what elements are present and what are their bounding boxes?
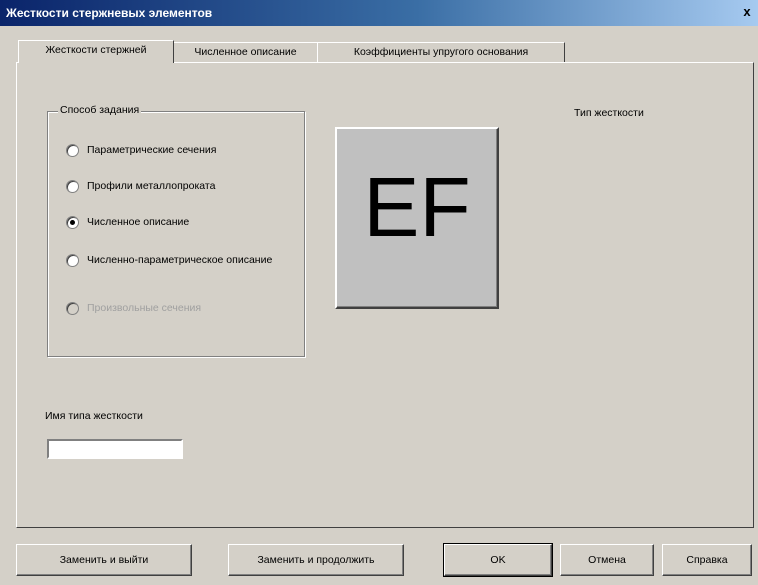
radio-numeric-description[interactable]: Численное описание	[66, 216, 189, 229]
replace-and-continue-button[interactable]: Заменить и продолжить	[228, 544, 404, 576]
radio-button[interactable]	[66, 180, 79, 193]
radio-parametric-sections[interactable]: Параметрические сечения	[66, 144, 216, 157]
radio-rolled-profiles[interactable]: Профили металлопроката	[66, 180, 215, 193]
radio-label: Произвольные сечения	[87, 302, 202, 314]
radio-label: Численное описание	[87, 216, 190, 228]
stiffness-type-symbol: EF	[363, 160, 471, 254]
radio-label: Параметрические сечения	[87, 144, 217, 156]
method-groupbox: Способ задания Параметрические сечения П…	[47, 104, 305, 357]
radio-button-disabled	[66, 302, 79, 315]
help-button[interactable]: Справка	[662, 544, 752, 576]
ok-button[interactable]: OK	[443, 543, 553, 577]
radio-button-checked[interactable]	[66, 216, 79, 229]
title-bar[interactable]: Жесткости стержневых элементов x	[0, 0, 758, 26]
stiffness-type-picture: EF	[335, 127, 499, 309]
stiffness-name-label: Имя типа жесткости	[45, 410, 143, 422]
window-title: Жесткости стержневых элементов	[6, 6, 213, 20]
tab-elastic-foundation[interactable]: Коэффициенты упругого основания	[317, 42, 565, 62]
replace-and-exit-button[interactable]: Заменить и выйти	[16, 544, 192, 576]
radio-button[interactable]	[66, 254, 79, 267]
close-icon[interactable]: x	[740, 4, 754, 20]
stiffness-name-input[interactable]	[47, 439, 183, 459]
radio-arbitrary-sections: Произвольные сечения	[66, 302, 201, 315]
radio-label: Численно-параметрическое описание	[87, 254, 273, 266]
radio-button[interactable]	[66, 144, 79, 157]
tab-numeric-description[interactable]: Численное описание	[173, 42, 318, 62]
cancel-button[interactable]: Отмена	[560, 544, 654, 576]
tab-panel: Способ задания Параметрические сечения П…	[16, 62, 754, 528]
tab-rod-stiffness[interactable]: Жесткости стержней	[18, 40, 174, 63]
radio-numeric-parametric[interactable]: Численно-параметрическое описание	[66, 254, 287, 267]
radio-label: Профили металлопроката	[87, 180, 216, 192]
stiffness-type-label: Тип жесткости	[574, 107, 644, 119]
dialog-body: Жесткости стержней Численное описание Ко…	[0, 26, 758, 585]
method-legend: Способ задания	[58, 104, 142, 116]
